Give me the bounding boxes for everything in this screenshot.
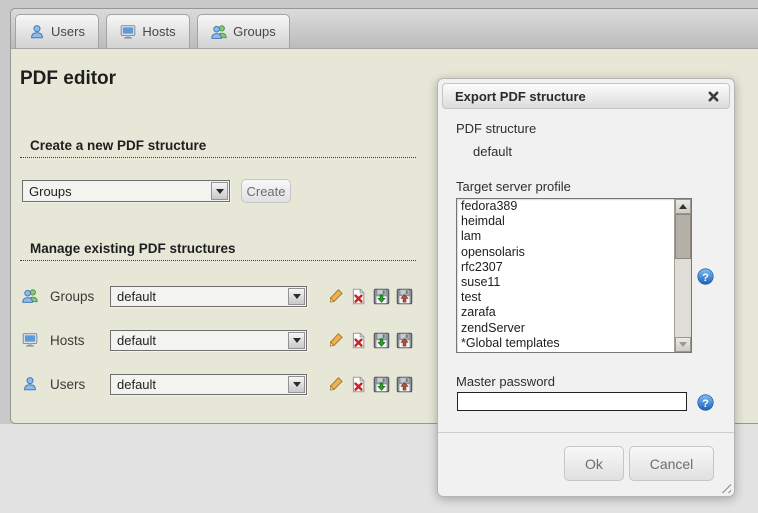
scroll-down-icon[interactable] (675, 337, 691, 352)
table-row: Groups default (0, 286, 430, 308)
tab-hosts[interactable]: Hosts (106, 14, 189, 48)
row-label: Hosts (50, 333, 85, 348)
chevron-down-icon[interactable] (288, 376, 305, 393)
delete-icon[interactable] (350, 332, 367, 349)
pdf-structure-label: PDF structure (456, 121, 536, 136)
profile-option[interactable]: suse11 (457, 275, 691, 290)
edit-icon[interactable] (327, 332, 344, 349)
structure-select-hosts[interactable]: default (110, 330, 307, 351)
target-profile-label: Target server profile (456, 179, 571, 194)
dialog-footer: Ok Cancel (438, 432, 734, 496)
delete-icon[interactable] (350, 376, 367, 393)
create-type-select[interactable]: Groups (22, 180, 230, 202)
dialog-title: Export PDF structure (455, 89, 586, 104)
scroll-up-icon[interactable] (675, 199, 691, 214)
resize-handle[interactable] (718, 480, 731, 493)
close-icon[interactable] (707, 90, 720, 103)
export-icon[interactable] (373, 376, 390, 393)
host-icon (120, 24, 136, 40)
import-icon[interactable] (396, 376, 413, 393)
profile-option[interactable]: heimdal (457, 214, 691, 229)
section-heading-manage: Manage existing PDF structures (20, 241, 416, 261)
edit-icon[interactable] (327, 288, 344, 305)
table-row: Users default (0, 374, 430, 396)
row-label: Users (50, 377, 85, 392)
tab-groups[interactable]: Groups (197, 14, 290, 48)
master-password-input[interactable] (457, 392, 687, 411)
user-icon (29, 24, 45, 40)
listbox-scrollbar[interactable] (674, 199, 691, 352)
group-icon (211, 24, 227, 40)
chevron-down-icon[interactable] (288, 332, 305, 349)
tab-label: Users (51, 24, 85, 39)
master-password-label: Master password (456, 374, 555, 389)
profile-option[interactable]: fedora389 (457, 199, 691, 214)
edit-icon[interactable] (327, 376, 344, 393)
help-icon[interactable] (697, 268, 714, 285)
row-label: Groups (50, 289, 94, 304)
group-icon (22, 288, 38, 304)
profile-listbox[interactable]: fedora389 heimdal lam opensolaris rfc230… (456, 198, 692, 353)
import-icon[interactable] (396, 288, 413, 305)
dialog-titlebar[interactable]: Export PDF structure (442, 83, 730, 109)
structure-select-groups[interactable]: default (110, 286, 307, 307)
section-heading-create: Create a new PDF structure (20, 138, 416, 158)
page-title: PDF editor (20, 68, 116, 90)
create-button[interactable]: Create (241, 179, 291, 203)
pdf-structure-value: default (473, 144, 512, 159)
chevron-down-icon[interactable] (288, 288, 305, 305)
profile-option[interactable]: zendServer (457, 321, 691, 336)
table-row: Hosts default (0, 330, 430, 352)
structure-select-users[interactable]: default (110, 374, 307, 395)
select-value: default (111, 289, 287, 304)
user-icon (22, 376, 38, 392)
delete-icon[interactable] (350, 288, 367, 305)
import-icon[interactable] (396, 332, 413, 349)
ok-button[interactable]: Ok (564, 446, 624, 481)
profile-option[interactable]: zarafa (457, 305, 691, 320)
profile-option[interactable]: rfc2307 (457, 260, 691, 275)
profile-option[interactable]: opensolaris (457, 245, 691, 260)
host-icon (22, 332, 38, 348)
scroll-thumb[interactable] (675, 214, 691, 259)
select-value: default (111, 333, 287, 348)
profile-option[interactable]: lam (457, 229, 691, 244)
profile-option[interactable]: test (457, 290, 691, 305)
export-icon[interactable] (373, 332, 390, 349)
tab-label: Hosts (142, 24, 175, 39)
tab-label: Groups (233, 24, 276, 39)
help-icon[interactable] (697, 394, 714, 411)
cancel-button[interactable]: Cancel (629, 446, 714, 481)
export-icon[interactable] (373, 288, 390, 305)
select-value: default (111, 377, 287, 392)
export-pdf-dialog: Export PDF structure PDF structure defau… (437, 78, 735, 497)
chevron-down-icon[interactable] (211, 182, 228, 200)
tab-bar: Users Hosts Groups (11, 9, 758, 49)
tab-users[interactable]: Users (15, 14, 99, 48)
select-value: Groups (23, 184, 210, 199)
profile-option[interactable]: *Global templates (457, 336, 691, 351)
